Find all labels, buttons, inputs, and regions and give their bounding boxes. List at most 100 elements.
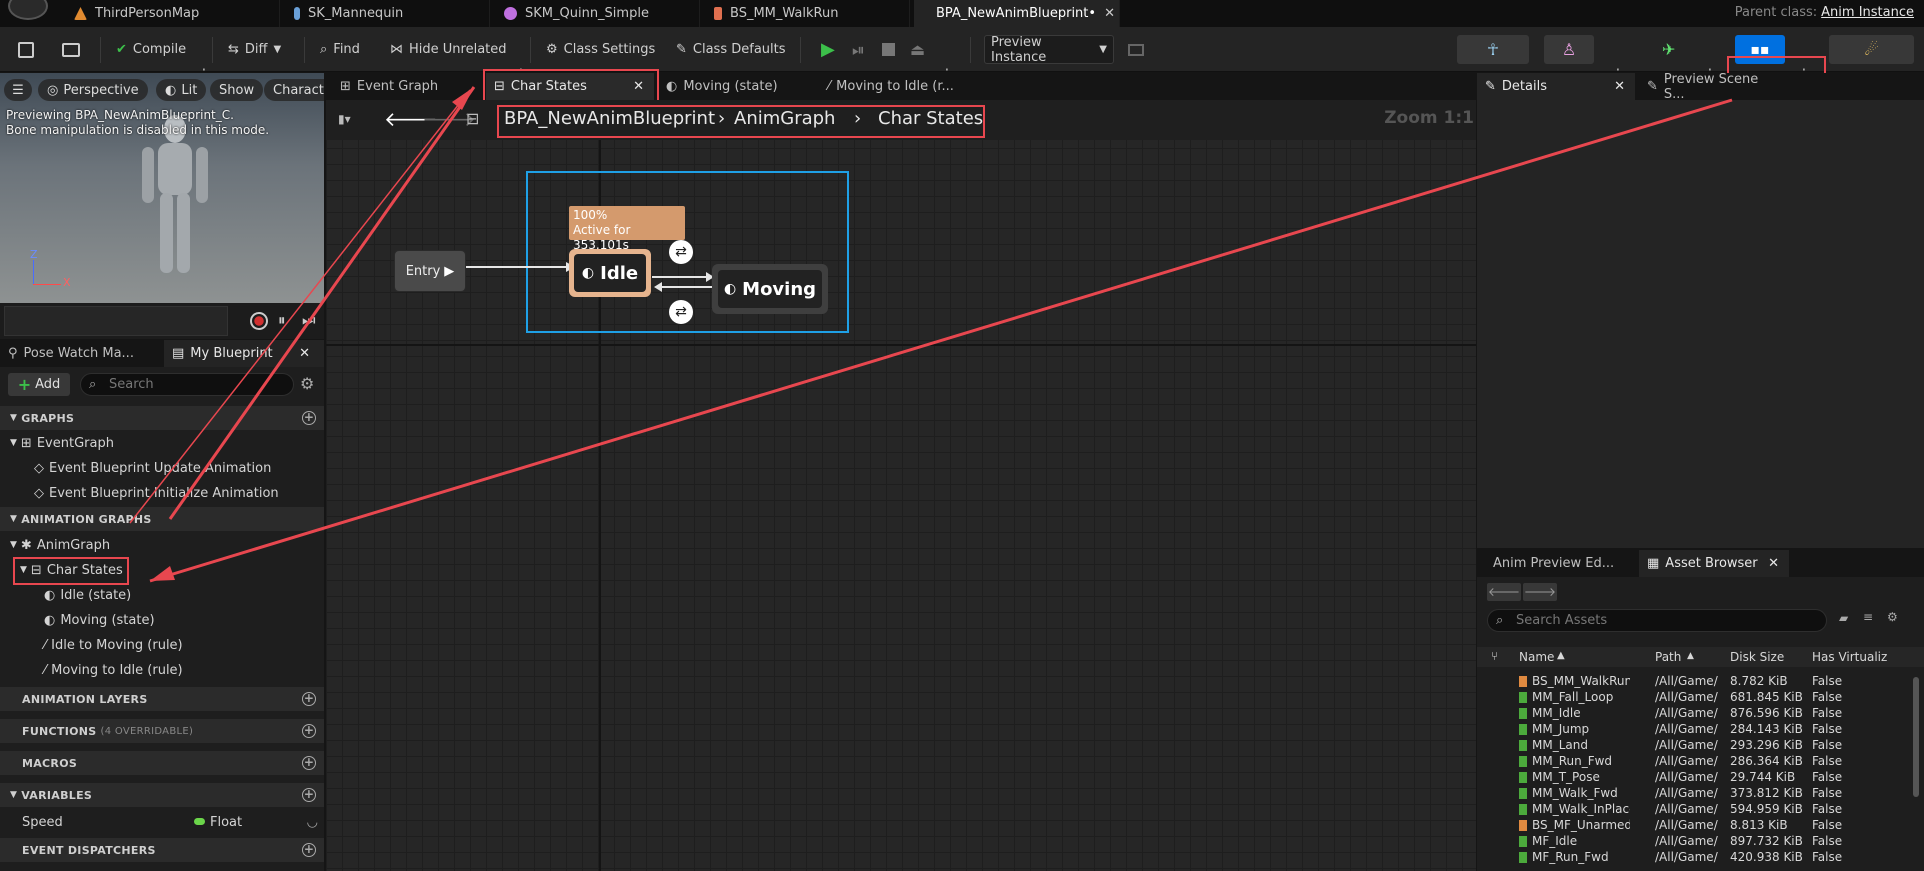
transition-rule-moving-to-idle-icon[interactable]: ⇄ — [669, 300, 693, 324]
asset-row-virtualized: False — [1812, 850, 1843, 864]
blendspace-asset-icon — [1519, 676, 1527, 687]
asset-row-path: /All/Game/ — [1655, 818, 1718, 832]
asset-scrollbar[interactable] — [1913, 677, 1919, 797]
asset-row-virtualized: False — [1812, 834, 1843, 848]
column-name[interactable]: Name — [1519, 650, 1554, 664]
columns-icon[interactable]: ⑂ — [1491, 649, 1498, 663]
asset-row-name: MM_T_Pose — [1532, 770, 1600, 784]
asset-row[interactable]: MM_Walk_Fwd/All/Game/373.812 KiB False — [1477, 785, 1924, 801]
close-icon[interactable]: ✕ — [1768, 556, 1779, 571]
column-path[interactable]: Path — [1655, 650, 1681, 664]
asset-row-name: BS_MM_WalkRun — [1532, 674, 1630, 688]
asset-row[interactable]: MM_Fall_Loop/All/Game/681.845 KiB False — [1477, 689, 1924, 705]
history-forward-button[interactable]: 🡒 — [1523, 583, 1557, 601]
history-back-button[interactable]: 🡐 — [1487, 583, 1521, 601]
asset-browser-tab-bar: Anim Preview Ed... ▦ Asset Browser ✕ — [1477, 550, 1924, 577]
asset-row-virtualized: False — [1812, 738, 1843, 752]
asset-row-size: 284.143 KiB — [1730, 722, 1803, 736]
sort-asc-icon: ▲ — [1687, 651, 1694, 661]
asset-row-path: /All/Game/ — [1655, 834, 1718, 848]
asset-row-size: 373.812 KiB — [1730, 786, 1803, 800]
tab-preview-scene[interactable]: ✎ Preview Scene S... — [1639, 72, 1779, 102]
asset-row-virtualized: False — [1812, 754, 1843, 768]
animation-asset-icon — [1519, 724, 1527, 735]
idle-state-node[interactable]: ◐ Idle — [569, 249, 651, 297]
asset-row[interactable]: MM_Land/All/Game/293.296 KiB False — [1477, 737, 1924, 753]
asset-row-name: MF_Run_Fwd — [1532, 850, 1609, 864]
asset-browser-panel: 🡐 🡒 ⌕ Search Assets ▰ ≡ ⚙ ⑂ Name ▲ Path … — [1477, 577, 1924, 871]
animation-asset-icon — [1519, 788, 1527, 799]
asset-row[interactable]: BS_MM_WalkRun/All/Game/8.782 KiB False — [1477, 673, 1924, 689]
asset-row-size: 8.782 KiB — [1730, 674, 1788, 688]
asset-row[interactable]: MF_Run_Fwd/All/Game/420.938 KiB False — [1477, 849, 1924, 865]
folder-icon[interactable]: ▰ — [1839, 611, 1848, 625]
asset-row-name: MM_Jump — [1532, 722, 1590, 736]
column-disk-size[interactable]: Disk Size — [1730, 650, 1784, 664]
asset-row-size: 286.364 KiB — [1730, 754, 1803, 768]
filter-icon[interactable]: ≡ — [1863, 610, 1873, 624]
asset-row-name: MM_Land — [1532, 738, 1588, 752]
asset-row-virtualized: False — [1812, 770, 1843, 784]
animation-asset-icon — [1519, 772, 1527, 783]
idle-active-tooltip: 100% Active for 353.101s — [569, 206, 685, 252]
asset-row-name: MM_Idle — [1532, 706, 1581, 720]
tab-details[interactable]: ✎ Details ✕ — [1477, 73, 1635, 100]
asset-row[interactable]: BS_MF_Unarmed_W/All/Game/8.813 KiB False — [1477, 817, 1924, 833]
asset-row-virtualized: False — [1812, 818, 1843, 832]
close-icon[interactable]: ✕ — [1614, 79, 1625, 94]
asset-row-size: 8.813 KiB — [1730, 818, 1788, 832]
moving-state-node[interactable]: ◐ Moving — [712, 264, 828, 314]
blendspace-asset-icon — [1519, 820, 1527, 831]
asset-row-size: 420.938 KiB — [1730, 850, 1803, 864]
asset-row-path: /All/Game/ — [1655, 690, 1718, 704]
transition-rule-idle-to-moving-icon[interactable]: ⇄ — [669, 240, 693, 264]
asset-row-size: 897.732 KiB — [1730, 834, 1803, 848]
asset-row-name: MM_Walk_InPlace — [1532, 802, 1630, 816]
asset-row[interactable]: MM_Run_Fwd/All/Game/286.364 KiB False — [1477, 753, 1924, 769]
asset-row-path: /All/Game/ — [1655, 786, 1718, 800]
asset-row[interactable]: MM_T_Pose/All/Game/29.744 KiB False — [1477, 769, 1924, 785]
asset-row-virtualized: False — [1812, 674, 1843, 688]
asset-row-size: 876.596 KiB — [1730, 706, 1803, 720]
animation-asset-icon — [1519, 804, 1527, 815]
animation-asset-icon — [1519, 852, 1527, 863]
asset-row[interactable]: MF_Idle/All/Game/897.732 KiB False — [1477, 833, 1924, 849]
asset-row-name: MM_Walk_Fwd — [1532, 786, 1618, 800]
asset-search-input[interactable]: ⌕ Search Assets — [1487, 609, 1827, 632]
state-icon: ◐ — [581, 265, 595, 281]
asset-row-size: 594.959 KiB — [1730, 802, 1803, 816]
asset-row-path: /All/Game/ — [1655, 802, 1718, 816]
search-icon: ⌕ — [1496, 613, 1504, 628]
pencil-icon: ✎ — [1647, 79, 1658, 94]
asset-row-name: MM_Fall_Loop — [1532, 690, 1614, 704]
asset-row-virtualized: False — [1812, 722, 1843, 736]
asset-row-virtualized: False — [1812, 802, 1843, 816]
details-tab-bar: ✎ Details ✕ ✎ Preview Scene S... — [1477, 72, 1924, 102]
asset-row[interactable]: MM_Idle/All/Game/876.596 KiB False — [1477, 705, 1924, 721]
asset-row-virtualized: False — [1812, 706, 1843, 720]
animation-asset-icon — [1519, 692, 1527, 703]
asset-row-virtualized: False — [1812, 786, 1843, 800]
asset-row-path: /All/Game/ — [1655, 738, 1718, 752]
asset-row-path: /All/Game/ — [1655, 754, 1718, 768]
asset-row[interactable]: MM_Walk_InPlace/All/Game/594.959 KiB Fals… — [1477, 801, 1924, 817]
animation-asset-icon — [1519, 836, 1527, 847]
animation-asset-icon — [1519, 756, 1527, 767]
asset-row-size: 29.744 KiB — [1730, 770, 1796, 784]
asset-browser-icon: ▦ — [1647, 556, 1660, 571]
asset-row[interactable]: MM_Jump/All/Game/284.143 KiB False — [1477, 721, 1924, 737]
gear-icon[interactable]: ⚙ — [1887, 610, 1898, 624]
asset-row-size: 681.845 KiB — [1730, 690, 1803, 704]
column-has-virtualized[interactable]: Has Virtualiz — [1812, 650, 1887, 664]
animation-asset-icon — [1519, 740, 1527, 751]
asset-row-name: BS_MF_Unarmed_W — [1532, 818, 1630, 832]
asset-row-path: /All/Game/ — [1655, 706, 1718, 720]
asset-row-path: /All/Game/ — [1655, 850, 1718, 864]
asset-row-size: 293.296 KiB — [1730, 738, 1803, 752]
asset-row-path: /All/Game/ — [1655, 770, 1718, 784]
tab-anim-preview-editor[interactable]: Anim Preview Ed... — [1485, 550, 1635, 577]
asset-row-virtualized: False — [1812, 690, 1843, 704]
asset-row-name: MF_Idle — [1532, 834, 1578, 848]
tab-asset-browser[interactable]: ▦ Asset Browser ✕ — [1639, 550, 1789, 577]
state-icon: ◐ — [723, 281, 737, 297]
